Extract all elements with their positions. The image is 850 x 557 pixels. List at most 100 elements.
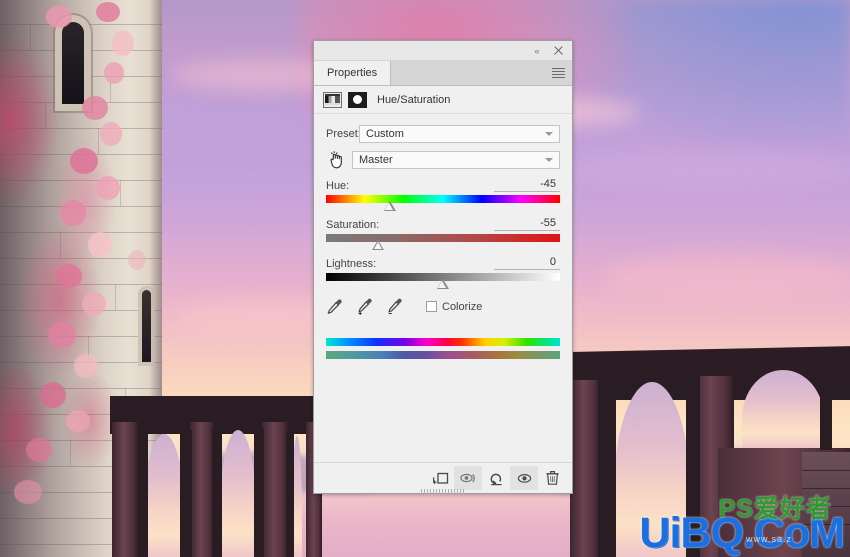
reset-button[interactable] (482, 466, 510, 490)
arch-inner-shadow (180, 430, 192, 557)
arch-inner-shadow (254, 428, 264, 557)
flower-cluster (40, 382, 66, 408)
viaduct-pier (112, 422, 138, 557)
arch-inner-shadow (820, 370, 832, 450)
panel-footer (314, 462, 572, 494)
clip-to-layer-button[interactable] (426, 466, 454, 490)
saturation-gradient-bar (326, 234, 560, 242)
cloud-band (560, 150, 850, 190)
eyedropper-tool-row: Colorize (326, 298, 560, 315)
lightness-slider-group: Lightness: 0 (326, 256, 560, 289)
flower-cluster (46, 6, 72, 28)
colorize-label: Colorize (442, 300, 483, 313)
viaduct-pier (570, 380, 600, 557)
flower-cluster (26, 438, 52, 462)
collapse-icon[interactable]: « (530, 44, 543, 57)
close-icon[interactable] (552, 44, 565, 57)
hue-slider-track[interactable] (326, 195, 560, 211)
viaduct-left (110, 396, 322, 557)
flower-cluster (14, 480, 42, 504)
saturation-value-input[interactable]: -55 (494, 217, 560, 231)
hue-label: Hue: (326, 180, 350, 192)
screenshot-canvas: PS爱好者 www.sa.z UiBQ.CoM « Properties Hue… (0, 0, 850, 557)
stone-wall-seam (802, 488, 850, 489)
input-color-spectrum-bar (326, 338, 560, 346)
lightness-slider-track[interactable] (326, 273, 560, 289)
layer-mask-icon[interactable] (348, 91, 367, 108)
flower-cluster (128, 250, 146, 270)
tab-properties[interactable]: Properties (314, 61, 392, 85)
flower-cluster (82, 292, 106, 316)
hue-value-input[interactable]: -45 (494, 178, 560, 192)
colorize-checkbox[interactable]: Colorize (426, 301, 482, 313)
hue-slider-group: Hue: -45 (326, 178, 560, 211)
hue-gradient-bar (326, 195, 560, 203)
delete-layer-button[interactable] (538, 466, 566, 490)
flower-cluster (48, 322, 76, 348)
stone-wall-seam (802, 506, 850, 507)
preset-select[interactable]: Custom (359, 125, 560, 143)
eyedropper-subtract-icon[interactable] (386, 298, 403, 315)
lightness-label: Lightness: (326, 258, 377, 270)
properties-panel: « Properties Hue/Saturation Preset: Cust… (313, 40, 573, 494)
channel-value: Master (359, 154, 393, 166)
stone-wall-seam (802, 470, 850, 471)
flower-cluster (112, 30, 134, 56)
viaduct-pier (262, 422, 288, 557)
arch-inner-shadow (286, 432, 294, 557)
cloud-band (600, 255, 850, 301)
color-spectrum-area (326, 338, 560, 359)
chevron-down-icon (545, 132, 553, 136)
arch-inner-shadow (138, 430, 148, 557)
flower-cluster (70, 148, 98, 174)
viaduct-pier (190, 422, 214, 557)
flower-cluster (66, 410, 90, 432)
adjustment-header: Hue/Saturation (314, 86, 572, 114)
panel-resize-grip[interactable] (421, 489, 465, 494)
flower-cluster (60, 200, 86, 226)
lightness-value-input[interactable]: 0 (494, 256, 560, 270)
lightness-slider-thumb[interactable] (436, 279, 450, 289)
flower-cluster (96, 2, 120, 22)
preset-value: Custom (366, 128, 404, 140)
saturation-slider-track[interactable] (326, 234, 560, 250)
preset-label: Preset: (326, 128, 361, 140)
stone-wall-texture (802, 452, 850, 557)
flower-cluster (100, 122, 122, 146)
saturation-slider-group: Saturation: -55 (326, 217, 560, 250)
flower-cluster (96, 176, 120, 200)
hue-saturation-adjustment-icon[interactable] (323, 91, 342, 108)
toggle-previous-state-button[interactable] (454, 466, 482, 490)
preset-row: Preset: Custom (326, 124, 560, 144)
panel-tab-bar: Properties (314, 61, 572, 86)
viaduct-arch-opening (220, 430, 256, 557)
arch-inner-shadow (212, 428, 222, 557)
arch-inner-shadow (686, 376, 700, 557)
panel-body: Preset: Custom Master Hue: -45 Saturatio… (314, 114, 572, 462)
colorize-checkbox-box[interactable] (426, 301, 437, 312)
saturation-label: Saturation: (326, 219, 380, 231)
chevron-down-icon (545, 158, 553, 162)
hue-slider-thumb[interactable] (383, 201, 397, 211)
panel-menu-icon[interactable] (552, 68, 565, 78)
eyedropper-add-icon[interactable] (356, 298, 373, 315)
eyedropper-icon[interactable] (326, 298, 343, 315)
toggle-visibility-button[interactable] (510, 466, 538, 490)
flower-cluster (104, 62, 124, 84)
flower-cluster (82, 96, 108, 120)
viaduct-right (570, 346, 850, 557)
channel-row: Master (326, 150, 560, 170)
on-image-adjustment-hand-icon[interactable] (326, 150, 348, 170)
viaduct-arch-opening (614, 382, 690, 557)
flower-cluster (56, 264, 82, 288)
stone-wall-seam (802, 524, 850, 525)
viaduct-arch-opening (144, 434, 184, 557)
output-color-spectrum-bar (326, 351, 560, 359)
adjustment-title: Hue/Saturation (377, 93, 451, 106)
flower-cluster (74, 354, 98, 378)
saturation-slider-thumb[interactable] (372, 240, 385, 250)
arch-inner-shadow (598, 380, 616, 557)
channel-select[interactable]: Master (352, 151, 560, 169)
flower-cluster (88, 232, 112, 258)
panel-title-bar[interactable]: « (314, 41, 572, 61)
